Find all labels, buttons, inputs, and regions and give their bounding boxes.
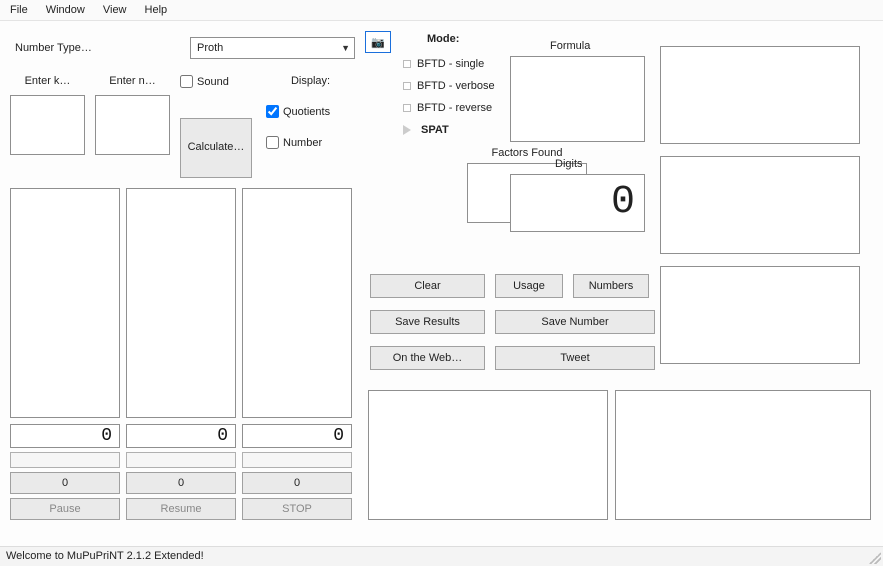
formula-box[interactable] xyxy=(510,56,645,142)
stop-button[interactable]: STOP xyxy=(242,498,352,520)
lcd-3: 0 xyxy=(242,424,352,448)
resume-button[interactable]: Resume xyxy=(126,498,236,520)
radio-icon xyxy=(403,104,411,112)
output-box-3[interactable] xyxy=(242,188,352,418)
display-label: Display: xyxy=(266,75,330,87)
quotients-label: Quotients xyxy=(283,106,330,118)
right-box-1[interactable] xyxy=(660,46,860,144)
bottom-textarea-left[interactable] xyxy=(368,390,608,520)
camera-button[interactable]: 📷 xyxy=(365,31,391,53)
calculate-button[interactable]: Calculate… xyxy=(180,118,252,178)
numbertype-label: Number Type… xyxy=(10,42,190,54)
progress-1 xyxy=(10,452,120,468)
lcd-2: 0 xyxy=(126,424,236,448)
digits-display: 0 xyxy=(510,174,645,232)
lcd-1: 0 xyxy=(10,424,120,448)
enter-n-label: Enter n… xyxy=(109,75,155,87)
number-label: Number xyxy=(283,137,322,149)
menu-help[interactable]: Help xyxy=(145,4,168,16)
counter-1: 0 xyxy=(10,472,120,494)
save-number-button[interactable]: Save Number xyxy=(495,310,655,334)
usage-button[interactable]: Usage xyxy=(495,274,563,298)
numbertype-combo[interactable]: Proth ▼ xyxy=(190,37,355,59)
mode-item-label: SPAT xyxy=(421,124,449,136)
enter-k-input[interactable] xyxy=(10,95,85,155)
chevron-down-icon: ▼ xyxy=(341,43,350,53)
progress-3 xyxy=(242,452,352,468)
mode-item-label: BFTD - single xyxy=(417,58,484,70)
digits-label: Digits xyxy=(555,158,583,170)
clear-button[interactable]: Clear xyxy=(370,274,485,298)
menu-window[interactable]: Window xyxy=(46,4,85,16)
numbertype-value: Proth xyxy=(197,42,223,54)
quotients-checkbox[interactable] xyxy=(266,105,279,118)
menu-file[interactable]: File xyxy=(10,4,28,16)
on-the-web-button[interactable]: On the Web… xyxy=(370,346,485,370)
formula-label: Formula xyxy=(550,40,590,52)
pause-button[interactable]: Pause xyxy=(10,498,120,520)
menu-view[interactable]: View xyxy=(103,4,127,16)
action-buttons: Clear Usage Numbers Save Results Save Nu… xyxy=(370,274,655,382)
menubar: File Window View Help xyxy=(0,0,883,21)
factors-found-label: Factors Found xyxy=(399,147,655,159)
counter-3: 0 xyxy=(242,472,352,494)
selected-arrow-icon xyxy=(403,125,415,135)
status-text: Welcome to MuPuPriNT 2.1.2 Extended! xyxy=(6,550,204,562)
radio-icon xyxy=(403,60,411,68)
right-box-3[interactable] xyxy=(660,266,860,364)
radio-icon xyxy=(403,82,411,90)
mode-item-label: BFTD - verbose xyxy=(417,80,495,92)
resize-grip-icon[interactable] xyxy=(869,552,881,564)
numbers-button[interactable]: Numbers xyxy=(573,274,649,298)
mode-item-label: BFTD - reverse xyxy=(417,102,492,114)
number-checkbox[interactable] xyxy=(266,136,279,149)
bottom-textarea-right[interactable] xyxy=(615,390,871,520)
status-bar: Welcome to MuPuPriNT 2.1.2 Extended! xyxy=(0,546,883,566)
enter-k-label: Enter k… xyxy=(25,75,71,87)
enter-n-input[interactable] xyxy=(95,95,170,155)
save-results-button[interactable]: Save Results xyxy=(370,310,485,334)
left-panel: Number Type… Proth ▼ Enter k… Enter n… S… xyxy=(10,29,355,520)
sound-checkbox[interactable] xyxy=(180,75,193,88)
mode-label: Mode: xyxy=(427,33,655,45)
output-box-2[interactable] xyxy=(126,188,236,418)
progress-2 xyxy=(126,452,236,468)
camera-icon: 📷 xyxy=(371,36,385,49)
right-box-2[interactable] xyxy=(660,156,860,254)
sound-label: Sound xyxy=(197,76,229,88)
counter-2: 0 xyxy=(126,472,236,494)
output-box-1[interactable] xyxy=(10,188,120,418)
tweet-button[interactable]: Tweet xyxy=(495,346,655,370)
